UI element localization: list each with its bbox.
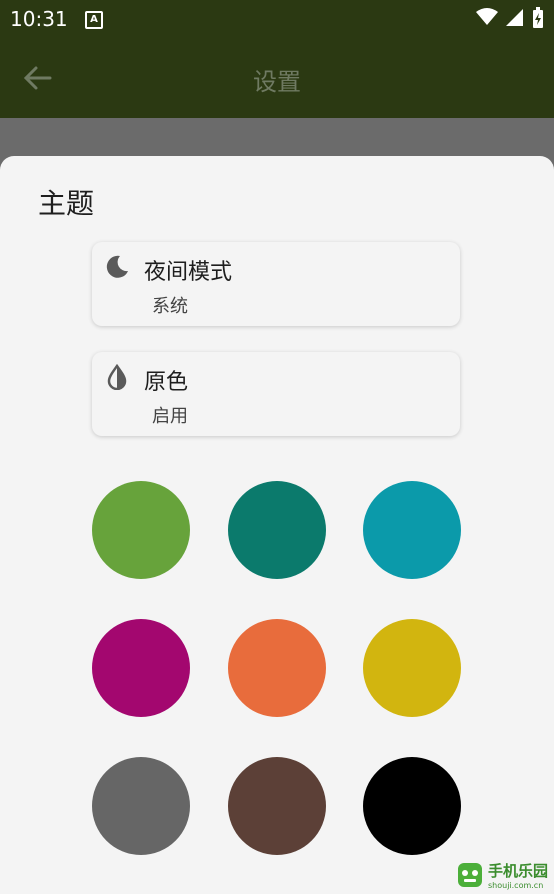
contrast-icon	[107, 364, 127, 390]
option-title: 原色	[144, 370, 189, 395]
sheet-title: 主题	[38, 187, 95, 220]
option-title: 夜间模式	[144, 260, 233, 285]
swatch-cyan[interactable]	[363, 481, 461, 579]
option-value: 系统	[152, 296, 188, 317]
system-icons	[476, 7, 544, 29]
swatch-mustard[interactable]	[363, 619, 461, 717]
swatch-orange[interactable]	[228, 619, 326, 717]
swatch-green[interactable]	[92, 481, 190, 579]
watermark-subtext: shouji.com.cn	[487, 881, 544, 890]
option-value: 启用	[152, 406, 188, 427]
swatch-black[interactable]	[363, 757, 461, 855]
swatch-brown[interactable]	[228, 757, 326, 855]
swatch-teal[interactable]	[228, 481, 326, 579]
signal-icon	[506, 9, 523, 26]
swatch-magenta[interactable]	[92, 619, 190, 717]
status-time: 10:31	[10, 7, 68, 31]
watermark: 手机乐园 shouji.com.cn	[456, 860, 548, 890]
watermark-text-group: 手机乐园 shouji.com.cn	[488, 860, 548, 890]
moon-icon	[106, 255, 128, 278]
watermark-text: 手机乐园	[487, 862, 548, 880]
page-title: 设置	[253, 68, 301, 96]
app-bar: 设置	[0, 38, 554, 118]
primary-color-option[interactable]: 原色 启用	[92, 352, 460, 436]
watermark-logo-icon	[457, 863, 482, 887]
wifi-icon	[476, 8, 498, 25]
status-bar: 10:31 A	[0, 0, 554, 38]
theme-bottom-sheet: 主题 夜间模式 系统 原色 启用	[0, 156, 554, 894]
notification-icon: A	[85, 11, 103, 29]
night-mode-option[interactable]: 夜间模式 系统	[92, 242, 460, 326]
swatch-gray[interactable]	[92, 757, 190, 855]
battery-icon	[533, 7, 543, 28]
